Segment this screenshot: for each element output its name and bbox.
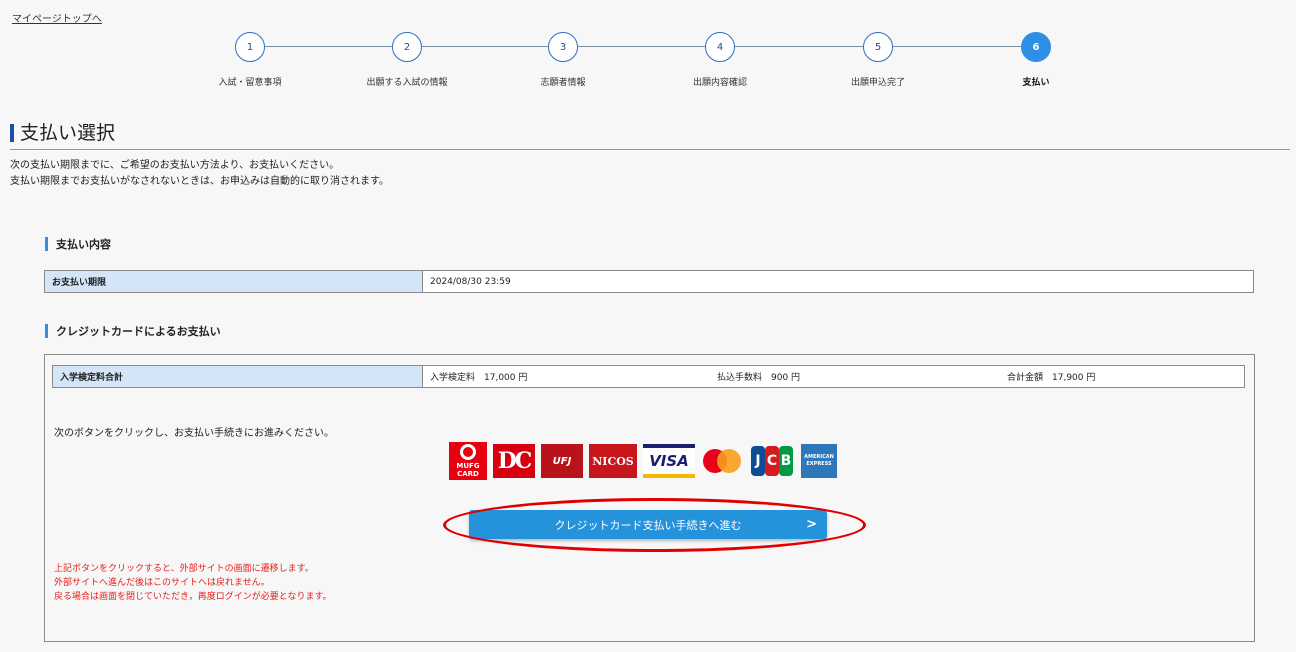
step-connector (422, 46, 548, 47)
step-2-label: 出願する入試の情報 (366, 78, 448, 88)
mypage-top-link[interactable]: マイページトップへ (12, 10, 102, 25)
step-6-label: 支払い (1022, 78, 1050, 88)
title-bar-marker (10, 124, 14, 142)
exam-fee: 入学検定料 17,000 円 (430, 373, 528, 383)
dc-text: DC (497, 448, 533, 474)
step-1-circle: 1 (235, 32, 265, 62)
jcb-j: J (751, 446, 765, 476)
progress-stepper: 1 2 3 4 5 6 入試・留意事項 出願する入試の情報 志願者情報 出願内容… (0, 31, 1296, 91)
payment-details-heading-text: 支払い内容 (56, 238, 111, 251)
dc-card-logo: DC (493, 444, 535, 478)
warning-text: 上記ボタンをクリックすると、外部サイトの画面に遷移します。 外部サイトへ進んだ後… (54, 562, 332, 604)
mastercard-orange-circle-icon (717, 449, 741, 473)
intro-text: 次の支払い期限までに、ご希望のお支払い方法より、お支払いください。 支払い期限ま… (10, 158, 389, 190)
amex-logo: AMERICAN EXPRESS (801, 444, 837, 478)
mufg-text-2: CARD (457, 470, 479, 478)
handling-fee: 払込手数料 900 円 (717, 373, 801, 383)
ufj-card-logo: UFJ (541, 444, 583, 478)
step-2-circle: 2 (392, 32, 422, 62)
step-3-circle: 3 (548, 32, 578, 62)
payment-details-table: お支払い期限 2024/08/30 23:59 (44, 270, 1254, 293)
credit-card-heading: クレジットカードによるお支払い (45, 323, 221, 339)
credit-card-heading-text: クレジットカードによるお支払い (56, 325, 221, 338)
amex-text-1: AMERICAN (804, 454, 834, 460)
step-connector (735, 46, 863, 47)
visa-text: VISA (649, 452, 689, 470)
step-6-circle: 6 (1021, 32, 1051, 62)
credit-card-payment-button[interactable]: クレジットカード支払い手続きへ進む > (469, 510, 827, 539)
total-fee-label: 入学検定料合計 (52, 365, 423, 388)
step-4-circle: 4 (705, 32, 735, 62)
step-connector (893, 46, 1021, 47)
jcb-c: C (765, 446, 779, 476)
warning-line-2: 外部サイトへ進んだ後はこのサイトへは戻れません。 (54, 578, 270, 588)
step-5-label: 出願申込完了 (850, 78, 905, 88)
mufg-text-1: MUFG (456, 462, 480, 470)
mastercard-logo (701, 444, 743, 478)
fee-table: 入学検定料合計 入学検定料 17,000 円 払込手数料 900 円 合計金額 … (52, 365, 1245, 388)
chevron-right-icon: > (806, 517, 817, 532)
intro-line-2: 支払い期限までお支払いがなされないときは、お申込みは自動的に取り消されます。 (10, 176, 389, 187)
fee-breakdown-cell: 入学検定料 17,000 円 払込手数料 900 円 合計金額 17,900 円 (422, 365, 1245, 388)
visa-logo: VISA (643, 444, 695, 478)
warning-line-3: 戻る場合は画面を閉じていただき，再度ログインが必要となります。 (54, 592, 332, 602)
mufg-card-logo: MUFG CARD (449, 442, 487, 480)
step-1-label: 入試・留意事項 (218, 78, 282, 88)
warning-line-1: 上記ボタンをクリックすると、外部サイトの画面に遷移します。 (54, 564, 314, 574)
section-marker (45, 237, 48, 251)
card-brand-logos: MUFG CARD DC UFJ NICOS VISA JCB AMERICAN… (449, 442, 837, 480)
amex-text-2: EXPRESS (806, 461, 832, 467)
page-title-text: 支払い選択 (20, 122, 116, 144)
deadline-label: お支払い期限 (44, 270, 423, 293)
step-connector (265, 46, 392, 47)
section-marker (45, 324, 48, 338)
mufg-ring-icon (460, 444, 476, 460)
instruction-text: 次のボタンをクリックし、お支払い手続きにお進みください。 (54, 428, 334, 439)
intro-line-1: 次の支払い期限までに、ご希望のお支払い方法より、お支払いください。 (10, 160, 340, 171)
table-row: 入学検定料合計 入学検定料 17,000 円 払込手数料 900 円 合計金額 … (52, 365, 1245, 388)
page-title: 支払い選択 (10, 118, 1290, 150)
deadline-value: 2024/08/30 23:59 (422, 270, 1254, 293)
payment-button-label: クレジットカード支払い手続きへ進む (554, 518, 742, 532)
step-connector (578, 46, 705, 47)
step-3-label: 志願者情報 (540, 78, 586, 88)
step-5-circle: 5 (863, 32, 893, 62)
step-4-label: 出願内容確認 (692, 78, 747, 88)
jcb-b: B (779, 446, 793, 476)
nicos-logo: NICOS (589, 444, 637, 478)
table-row: お支払い期限 2024/08/30 23:59 (44, 270, 1254, 293)
payment-details-heading: 支払い内容 (45, 236, 111, 252)
ufj-text: UFJ (552, 455, 572, 467)
nicos-text: NICOS (592, 454, 634, 468)
total-amount: 合計金額 17,900 円 (1007, 373, 1096, 383)
jcb-logo: JCB (749, 444, 795, 478)
